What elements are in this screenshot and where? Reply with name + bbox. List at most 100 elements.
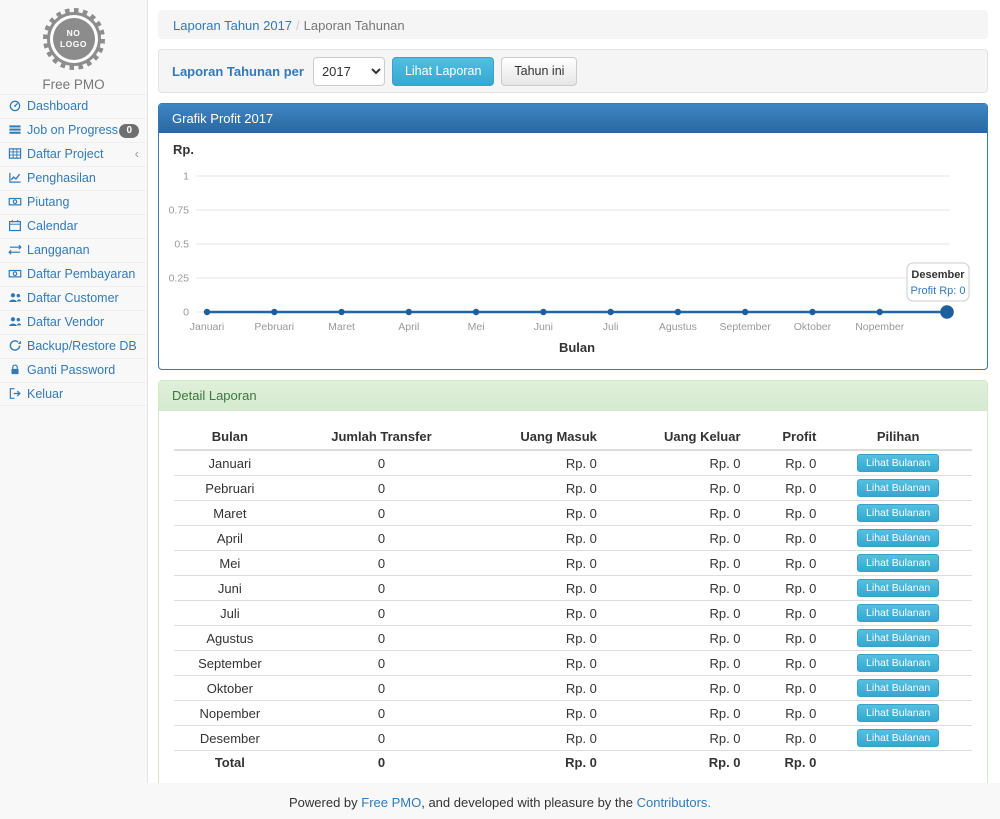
cell-profit: Rp. 0 [749, 651, 825, 676]
cell-profit: Rp. 0 [749, 551, 825, 576]
sidebar-item-label: Calendar [27, 219, 78, 233]
lihat-bulanan-button[interactable]: Lihat Bulanan [857, 654, 939, 672]
lihat-bulanan-button[interactable]: Lihat Bulanan [857, 679, 939, 697]
sidebar-item-label: Daftar Customer [27, 291, 119, 305]
cell-uang-masuk: Rp. 0 [477, 726, 605, 751]
sidebar-item-job-on-progress[interactable]: Job on Progress0 [0, 118, 147, 142]
sidebar-item-daftar-vendor[interactable]: Daftar Vendor [0, 310, 147, 334]
cell-bulan: April [174, 526, 286, 551]
sidebar-item-calendar[interactable]: Calendar [0, 214, 147, 238]
chart-panel-title: Grafik Profit 2017 [159, 104, 987, 133]
detail-panel-title: Detail Laporan [159, 381, 987, 411]
svg-text:Pebruari: Pebruari [254, 321, 294, 333]
cell-jumlah-transfer: 0 [286, 601, 478, 626]
cell-jumlah-transfer: 0 [286, 526, 478, 551]
brand-link[interactable]: NO LOGO Free PMO [0, 0, 147, 94]
sidebar-item-label: Daftar Project [27, 147, 103, 161]
sidebar-item-backup-restore-db[interactable]: Backup/Restore DB [0, 334, 147, 358]
cell-jumlah-transfer: 0 [286, 701, 478, 726]
column-header: Uang Keluar [605, 424, 749, 450]
report-period-label: Laporan Tahunan per [172, 64, 304, 79]
sidebar-item-dashboard[interactable]: Dashboard [0, 94, 147, 118]
table-row: Nopember0Rp. 0Rp. 0Rp. 0Lihat Bulanan [174, 701, 972, 726]
cell-profit: Rp. 0 [749, 526, 825, 551]
sidebar-item-label: Daftar Vendor [27, 315, 104, 329]
lihat-bulanan-button[interactable]: Lihat Bulanan [857, 729, 939, 747]
sidebar-menu: Dashboard Job on Progress0Daftar Project‹… [0, 94, 147, 406]
sidebar: NO LOGO Free PMO Dashboard Job on Progres… [0, 0, 148, 783]
cell-uang-keluar: Rp. 0 [605, 450, 749, 476]
main-content: Laporan Tahun 2017/Laporan Tahunan Lapor… [148, 0, 1000, 783]
lihat-bulanan-button[interactable]: Lihat Bulanan [857, 454, 939, 472]
svg-text:Juli: Juli [603, 321, 619, 333]
table-header-row: BulanJumlah TransferUang MasukUang Kelua… [174, 424, 972, 450]
logo: NO LOGO [43, 8, 105, 70]
money-icon [8, 195, 24, 212]
svg-text:Desember: Desember [911, 269, 965, 281]
sidebar-item-label: Keluar [27, 387, 63, 401]
cell-uang-masuk: Rp. 0 [477, 551, 605, 576]
report-controls: Laporan Tahunan per 2017 Lihat Laporan T… [158, 49, 988, 93]
cell-uang-masuk: Rp. 0 [477, 601, 605, 626]
sidebar-item-label: Piutang [27, 195, 69, 209]
cell-profit: Rp. 0 [749, 501, 825, 526]
sidebar-item-langganan[interactable]: Langganan [0, 238, 147, 262]
cell-profit: Rp. 0 [749, 726, 825, 751]
table-row: Maret0Rp. 0Rp. 0Rp. 0Lihat Bulanan [174, 501, 972, 526]
lihat-bulanan-button[interactable]: Lihat Bulanan [857, 579, 939, 597]
sidebar-item-penghasilan[interactable]: Penghasilan [0, 166, 147, 190]
cell-jumlah-transfer: 0 [286, 676, 478, 701]
cell-uang-masuk: Rp. 0 [477, 476, 605, 501]
cell-uang-keluar: Rp. 0 [605, 726, 749, 751]
table-row: September0Rp. 0Rp. 0Rp. 0Lihat Bulanan [174, 651, 972, 676]
cell-jumlah-transfer: 0 [286, 501, 478, 526]
cell-profit: Rp. 0 [749, 676, 825, 701]
sidebar-item-daftar-customer[interactable]: Daftar Customer [0, 286, 147, 310]
footer-contributors-link[interactable]: Contributors. [637, 795, 711, 810]
lihat-bulanan-button[interactable]: Lihat Bulanan [857, 529, 939, 547]
svg-text:Rp.: Rp. [173, 142, 194, 157]
users-icon [8, 291, 24, 308]
sidebar-item-label: Langganan [27, 243, 90, 257]
cell-uang-masuk: Rp. 0 [477, 626, 605, 651]
cell-profit: Rp. 0 [749, 626, 825, 651]
sidebar-item-keluar[interactable]: Keluar [0, 382, 147, 406]
cell-jumlah-transfer: 0 [286, 576, 478, 601]
tahun-ini-button[interactable]: Tahun ini [501, 57, 577, 86]
footer-brand-link[interactable]: Free PMO [361, 795, 421, 810]
lihat-bulanan-button[interactable]: Lihat Bulanan [857, 629, 939, 647]
lihat-bulanan-button[interactable]: Lihat Bulanan [857, 479, 939, 497]
lihat-bulanan-button[interactable]: Lihat Bulanan [857, 604, 939, 622]
cell-uang-keluar: Rp. 0 [605, 701, 749, 726]
money-icon [8, 267, 24, 284]
sidebar-item-label: Dashboard [27, 99, 88, 113]
table-row: Juli0Rp. 0Rp. 0Rp. 0Lihat Bulanan [174, 601, 972, 626]
sidebar-item-daftar-project[interactable]: Daftar Project‹ [0, 142, 147, 166]
year-select[interactable]: 2017 [313, 57, 385, 86]
cell-jumlah-transfer: 0 [286, 551, 478, 576]
cell-bulan: Agustus [174, 626, 286, 651]
breadcrumb-separator: / [292, 18, 304, 33]
lihat-bulanan-button[interactable]: Lihat Bulanan [857, 504, 939, 522]
sidebar-item-ganti-password[interactable]: Ganti Password [0, 358, 147, 382]
svg-text:Maret: Maret [328, 321, 355, 333]
svg-text:0.5: 0.5 [174, 239, 189, 251]
cell-jumlah-transfer: 0 [286, 726, 478, 751]
column-header: Profit [749, 424, 825, 450]
cell-uang-keluar: Rp. 0 [605, 501, 749, 526]
cell-profit: Rp. 0 [749, 701, 825, 726]
svg-text:April: April [398, 321, 419, 333]
sidebar-item-piutang[interactable]: Piutang [0, 190, 147, 214]
cell-uang-keluar: Rp. 0 [605, 626, 749, 651]
cell-uang-keluar: Rp. 0 [605, 476, 749, 501]
svg-text:Mei: Mei [468, 321, 485, 333]
lihat-bulanan-button[interactable]: Lihat Bulanan [857, 554, 939, 572]
users-icon [8, 315, 24, 332]
svg-text:Januari: Januari [190, 321, 224, 333]
sidebar-item-daftar-pembayaran[interactable]: Daftar Pembayaran [0, 262, 147, 286]
lihat-bulanan-button[interactable]: Lihat Bulanan [857, 704, 939, 722]
breadcrumb-link[interactable]: Laporan Tahun 2017 [173, 18, 292, 33]
lihat-laporan-button[interactable]: Lihat Laporan [392, 57, 494, 86]
table-total-row: Total0Rp. 0Rp. 0Rp. 0 [174, 751, 972, 775]
sidebar-item-label: Job on Progress [27, 123, 118, 137]
